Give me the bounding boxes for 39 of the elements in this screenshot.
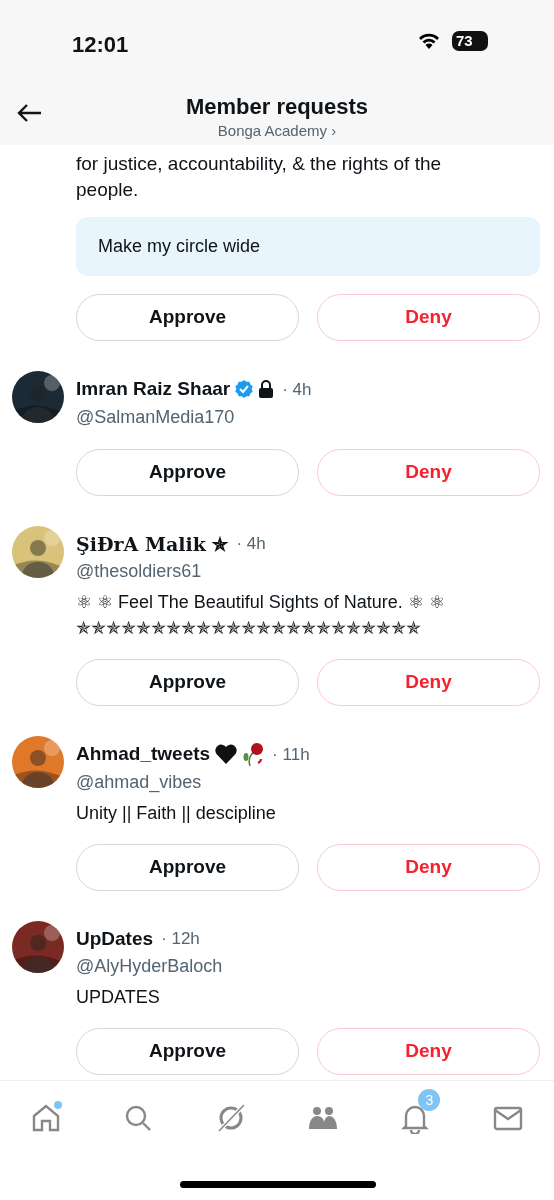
user-name: Imran Raiz Shaar xyxy=(76,377,231,401)
bio-text: for justice, accountability, & the rights of the people. xyxy=(76,152,443,202)
approve-button[interactable]: Approve xyxy=(76,659,299,706)
battery-level: 73 xyxy=(452,31,488,51)
timestamp: · 4h xyxy=(282,378,312,401)
timestamp: · 4h xyxy=(236,533,266,555)
user-name: Ahmad_tweets xyxy=(76,742,211,766)
request-message: Make my circle wide xyxy=(76,217,540,276)
user-name: UpDates xyxy=(76,926,154,951)
rose-icon xyxy=(242,741,265,768)
user-handle: @ahmad_vibes xyxy=(76,770,203,795)
bio-text: UPDATES xyxy=(76,986,161,1009)
deny-button[interactable]: Deny xyxy=(317,1028,540,1075)
approve-button[interactable]: Approve xyxy=(76,1028,299,1075)
wifi-icon xyxy=(417,31,441,49)
deny-button[interactable]: Deny xyxy=(317,843,540,891)
group-link[interactable]: Bonga Academy › xyxy=(217,120,337,143)
deny-button[interactable]: Deny xyxy=(317,294,540,341)
approve-button[interactable]: Approve xyxy=(76,843,299,891)
bio-text: Unity || Faith || descipline xyxy=(76,801,277,825)
approve-button[interactable]: Approve xyxy=(76,448,299,496)
approve-button[interactable]: Approve xyxy=(76,294,299,341)
back-arrow-icon xyxy=(16,102,42,123)
bio-text: ✯✯✯✯✯✯✯✯✯✯✯✯✯✯✯✯✯✯✯✯✯✯✯ xyxy=(76,617,422,640)
user-name: ŞiĐrA Malik ✯ xyxy=(76,531,229,557)
deny-button[interactable]: Deny xyxy=(317,659,540,706)
heart-icon xyxy=(214,743,239,766)
user-handle: @SalmanMedia170 xyxy=(76,405,236,429)
timestamp: · 12h xyxy=(161,928,200,950)
verified-badge-icon xyxy=(234,379,255,400)
page-title: Member requests xyxy=(185,94,369,119)
bio-text: ⚛ ⚛ Feel The Beautiful Sights of Nature. ⚛ ⚛ xyxy=(76,591,446,614)
notification-count: 3 xyxy=(418,1089,441,1111)
user-handle: @AlyHyderBaloch xyxy=(76,955,224,978)
clock: 12:01 xyxy=(72,31,129,59)
user-handle: @thesoldiers61 xyxy=(76,560,203,583)
timestamp: · 11h xyxy=(272,743,310,766)
deny-button[interactable]: Deny xyxy=(317,448,540,496)
lock-icon xyxy=(258,380,275,399)
